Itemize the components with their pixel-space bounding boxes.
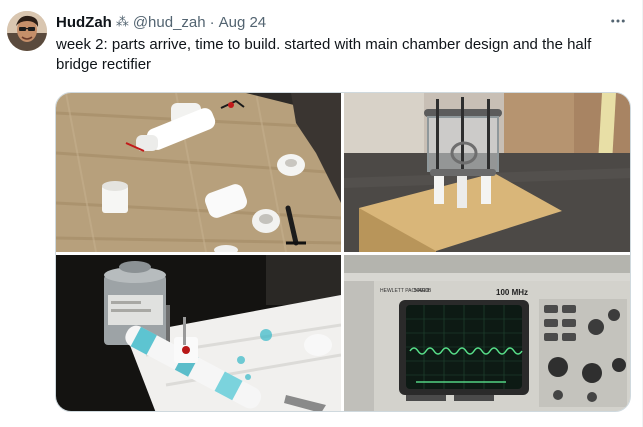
oscilloscope-photo[interactable]: HEWLETT PACKARD 54600B 100 MHz (344, 255, 630, 411)
post-date[interactable]: Aug 24 (219, 14, 267, 31)
pvc-cement-photo[interactable] (56, 255, 341, 411)
pvc-parts-photo[interactable] (56, 93, 341, 252)
tweet[interactable]: HudZah ⁂ @hud_zah · Aug 24 week 2: parts… (0, 0, 643, 427)
chamber-build-photo[interactable] (344, 93, 630, 252)
media-grid: HEWLETT PACKARD 54600B 100 MHz (55, 92, 631, 412)
tweet-text: week 2: parts arrive, time to build. sta… (56, 36, 592, 73)
tweet-header: HudZah ⁂ @hud_zah · Aug 24 (56, 12, 266, 32)
more-horizontal-icon (611, 19, 625, 23)
display-name[interactable]: HudZah (56, 14, 112, 31)
separator-dot: · (209, 13, 215, 31)
more-options-button[interactable] (606, 9, 630, 33)
name-glyph: ⁂ (115, 14, 129, 29)
avatar[interactable] (7, 11, 47, 51)
oscilloscope-model-label: 54600B (414, 288, 432, 294)
user-handle[interactable]: @hud_zah (133, 14, 206, 31)
avatar-image (7, 11, 47, 51)
oscilloscope-bandwidth-label: 100 MHz (496, 288, 528, 297)
